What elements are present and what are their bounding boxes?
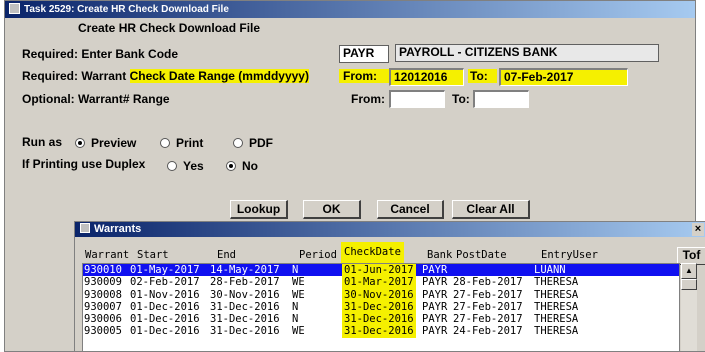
window-app-icon: [9, 2, 20, 14]
window-title: Task 2529: Create HR Check Download File: [24, 4, 229, 15]
radio-selected-icon: [75, 137, 85, 148]
run-as-label: Run as: [22, 135, 63, 149]
warrants-window: Warrants × Warrant Start End Period Chec…: [74, 221, 705, 352]
warrants-list: 930010 01-May-2017 14-May-2017 N 01-Jun-…: [82, 263, 680, 351]
warrant-from-label: From:: [351, 92, 385, 106]
warrant-to-input[interactable]: [473, 90, 529, 108]
col-header-postdate: PostDate: [456, 249, 507, 261]
radio-unselected-icon: [167, 160, 177, 171]
col-header-bank: Bank: [427, 249, 453, 261]
close-icon[interactable]: ×: [692, 223, 704, 236]
col-header-warrant: Warrant: [85, 249, 130, 261]
col-header-period: Period: [299, 249, 337, 261]
radio-unselected-icon: [233, 137, 243, 148]
date-range-label-highlight: Check Date Range (mmddyyyy): [129, 69, 309, 83]
table-row[interactable]: 930007 01-Dec-2016 31-Dec-2016 N 31-Dec-…: [83, 300, 679, 314]
date-range-label: Required: Warrant Check Date Range (mmdd…: [22, 69, 309, 83]
run-as-preview-radio[interactable]: Preview: [75, 136, 136, 150]
col-header-end: End: [217, 249, 236, 261]
warrants-title: Warrants: [94, 223, 142, 235]
scroll-up-icon[interactable]: ▲: [681, 263, 697, 279]
list-scrollbar[interactable]: ▲: [681, 263, 697, 351]
date-range-label-prefix: Required: Warrant: [22, 69, 130, 83]
bank-code-label: Required: Enter Bank Code: [22, 47, 179, 61]
run-as-print-radio[interactable]: Print: [160, 136, 203, 150]
lookup-button[interactable]: Lookup: [230, 200, 288, 219]
table-row[interactable]: 930010 01-May-2017 14-May-2017 N 01-Jun-…: [83, 264, 679, 277]
cancel-button[interactable]: Cancel: [377, 200, 444, 219]
duplex-yes-radio[interactable]: Yes: [167, 159, 204, 173]
bank-name-display: PAYROLL - CITIZENS BANK: [395, 44, 659, 62]
warrant-from-input[interactable]: [389, 90, 445, 108]
warrants-app-icon: [80, 223, 90, 234]
check-to-input[interactable]: 07-Feb-2017: [499, 68, 628, 86]
ok-button[interactable]: OK: [303, 200, 361, 219]
check-from-label: From:: [339, 69, 389, 83]
col-header-entryuser: EntryUser: [541, 249, 598, 261]
radio-selected-icon: [226, 160, 236, 171]
table-row[interactable]: 930005 01-Dec-2016 31-Dec-2016 WE 31-Dec…: [83, 325, 679, 338]
radio-unselected-icon: [160, 137, 170, 148]
clear-all-button[interactable]: Clear All: [452, 200, 530, 219]
window-title-bar: Task 2529: Create HR Check Download File: [5, 1, 695, 18]
form-heading: Create HR Check Download File: [78, 21, 261, 35]
col-header-start: Start: [137, 249, 169, 261]
run-as-pdf-radio[interactable]: PDF: [233, 136, 273, 150]
table-row[interactable]: 930006 01-Dec-2016 31-Dec-2016 N 31-Dec-…: [83, 313, 679, 326]
check-to-label: To:: [468, 69, 497, 83]
warrants-title-bar: Warrants: [75, 222, 705, 237]
table-row[interactable]: 930008 01-Nov-2016 30-Nov-2016 WE 30-Nov…: [83, 288, 679, 301]
duplex-label: If Printing use Duplex: [22, 157, 146, 171]
check-from-input[interactable]: 12012016: [389, 68, 464, 86]
col-header-checkdate: CheckDate: [341, 242, 404, 263]
warrant-to-label: To:: [452, 92, 470, 106]
scroll-thumb[interactable]: [681, 279, 697, 290]
bank-code-input[interactable]: PAYR: [339, 45, 389, 63]
table-row[interactable]: 930009 02-Feb-2017 28-Feb-2017 WE 01-Mar…: [83, 276, 679, 289]
duplex-no-radio[interactable]: No: [226, 159, 258, 173]
warrant-range-label: Optional: Warrant# Range: [22, 92, 170, 106]
